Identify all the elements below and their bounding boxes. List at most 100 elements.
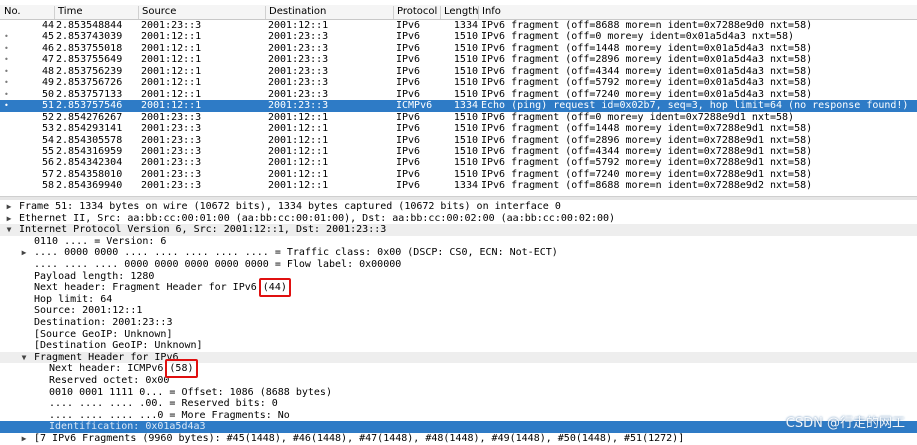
packet-row[interactable]: • 51 2.853757546 2001:12::1 2001:23::3 ICMPv6…	[0, 100, 917, 112]
cell-protocol: IPv6	[396, 134, 421, 146]
detail-text: Destination: 2001:23::3	[34, 317, 173, 328]
detail-text: Next header: Fragment Header for IPv6 (4…	[34, 282, 287, 294]
cell-no: 58	[41, 180, 54, 192]
cell-time: 2.853743039	[56, 31, 123, 43]
detail-line[interactable]: 0110 .... = Version: 6	[0, 236, 917, 248]
col-header-length[interactable]: Length	[440, 6, 480, 19]
expand-arrow-down-icon[interactable]: ▼	[4, 224, 14, 236]
expand-arrow-down-icon[interactable]: ▼	[19, 352, 29, 364]
detail-line[interactable]: Destination: 2001:23::3	[0, 317, 917, 329]
detail-line[interactable]: Source: 2001:12::1	[0, 305, 917, 317]
related-packet-dot-icon: •	[4, 78, 9, 88]
detail-line[interactable]: [Destination GeoIP: Unknown]	[0, 340, 917, 352]
detail-text: Frame 51: 1334 bytes on wire (10672 bits…	[19, 201, 561, 212]
cell-length: 1334	[453, 100, 478, 112]
col-header-no[interactable]: No.	[1, 6, 54, 19]
packet-row[interactable]: 54 2.854305578 2001:23::3 2001:12::1 IPv6 151…	[0, 135, 917, 146]
cell-source: 2001:23::3	[141, 123, 202, 135]
packet-row[interactable]: • 47 2.853755649 2001:12::1 2001:23::3 IPv6 15…	[0, 54, 917, 65]
cell-info: IPv6 fragment (off=1448 more=y ident=0x0…	[481, 42, 813, 54]
cell-destination: 2001:12::1	[268, 168, 329, 180]
packet-row[interactable]: 53 2.854293141 2001:23::3 2001:12::1 IPv6 151…	[0, 123, 917, 134]
cell-time: 2.853757133	[56, 88, 123, 100]
cell-info: IPv6 fragment (off=2896 more=y ident=0x7…	[481, 134, 813, 146]
packet-row[interactable]: • 48 2.853756239 2001:12::1 2001:23::3 IPv6 15…	[0, 66, 917, 77]
detail-line[interactable]: ▶ Ethernet II, Src: aa:bb:cc:00:01:00 (aa…	[0, 213, 917, 225]
detail-line[interactable]: .... .... .... ...0 = More Fragments: No	[0, 410, 917, 422]
detail-line[interactable]: .... .... .... 0000 0000 0000 0000 0000 …	[0, 259, 917, 271]
packet-row[interactable]: • 49 2.853756726 2001:12::1 2001:23::3 IPv6 15…	[0, 77, 917, 88]
detail-line[interactable]: Next header: ICMPv6 (58)	[0, 363, 917, 375]
packet-row[interactable]: 55 2.854316959 2001:23::3 2001:12::1 IPv6 151…	[0, 146, 917, 157]
related-packet-dot-icon: •	[4, 43, 9, 53]
packet-list[interactable]: No. Time Source Destination Protocol Len…	[0, 0, 917, 196]
detail-text: Ethernet II, Src: aa:bb:cc:00:01:00 (aa:…	[19, 212, 616, 224]
cell-no: 46	[41, 42, 54, 54]
cell-destination: 2001:12::1	[268, 145, 329, 157]
cell-source: 2001:23::3	[141, 145, 202, 157]
cell-destination: 2001:23::3	[268, 54, 329, 66]
detail-line[interactable]: ▶ .... 0000 0000 .... .... .... .... ....…	[0, 247, 917, 259]
cell-no: 48	[41, 65, 54, 77]
cell-no: 47	[41, 54, 54, 66]
detail-line[interactable]: ▶ [7 IPv6 Fragments (9960 bytes): #45(144…	[0, 433, 917, 445]
detail-line[interactable]: [Source GeoIP: Unknown]	[0, 329, 917, 341]
detail-line[interactable]: Next header: Fragment Header for IPv6 (4…	[0, 282, 917, 294]
detail-line[interactable]: ▼ Internet Protocol Version 6, Src: 2001:…	[0, 224, 917, 236]
detail-line[interactable]: 0010 0001 1111 0... = Offset: 1086 (8688…	[0, 387, 917, 399]
expand-arrow-right-icon[interactable]: ▶	[4, 213, 14, 225]
cell-no: 56	[41, 157, 54, 169]
cell-no: 45	[41, 31, 54, 43]
expand-arrow-right-icon[interactable]: ▶	[19, 247, 29, 259]
col-header-time[interactable]: Time	[54, 6, 140, 19]
cell-time: 2.854305578	[56, 134, 123, 146]
col-header-destination[interactable]: Destination	[265, 6, 394, 19]
related-packet-dot-icon: •	[4, 55, 9, 65]
cell-no: 52	[41, 111, 54, 123]
detail-line[interactable]: ▶ Frame 51: 1334 bytes on wire (10672 bit…	[0, 201, 917, 213]
cell-length: 1510	[453, 77, 478, 89]
expand-arrow-right-icon[interactable]: ▶	[19, 433, 29, 445]
cell-length: 1334	[453, 20, 478, 31]
cell-no: 57	[41, 168, 54, 180]
packet-row[interactable]: • 46 2.853755018 2001:12::1 2001:23::3 IPv6 15…	[0, 43, 917, 54]
cell-length: 1510	[453, 168, 478, 180]
packet-row[interactable]: • 45 2.853743039 2001:12::1 2001:23::3 IPv6 15…	[0, 31, 917, 42]
detail-text: Identification: 0x01a5d4a3	[49, 421, 206, 433]
cell-length: 1510	[453, 134, 478, 146]
cell-no: 55	[41, 145, 54, 157]
packet-row[interactable]: 52 2.854276267 2001:23::3 2001:12::1 IPv6 151…	[0, 112, 917, 123]
detail-line[interactable]: Payload length: 1280	[0, 271, 917, 283]
detail-line[interactable]: ▼ Fragment Header for IPv6	[0, 351, 917, 364]
packet-row[interactable]: • 50 2.853757133 2001:12::1 2001:23::3 IPv6 15…	[0, 89, 917, 100]
detail-line[interactable]: Hop limit: 64	[0, 294, 917, 306]
annotation-highlight-box	[258, 278, 291, 298]
cell-length: 1510	[453, 65, 478, 77]
packet-row[interactable]: 56 2.854342304 2001:23::3 2001:12::1 IPv6 151…	[0, 157, 917, 168]
detail-text: [Destination GeoIP: Unknown]	[34, 340, 203, 352]
packet-details-tree[interactable]: ▶ Frame 51: 1334 bytes on wire (10672 bit…	[0, 200, 917, 445]
detail-text: [7 IPv6 Fragments (9960 bytes): #45(1448…	[34, 433, 685, 444]
cell-length: 1510	[453, 88, 478, 100]
cell-no: 44	[41, 20, 54, 31]
cell-length: 1510	[453, 145, 478, 157]
related-packet-dot-icon: •	[4, 32, 9, 42]
detail-text: .... 0000 0000 .... .... .... .... .... …	[34, 247, 558, 259]
expand-arrow-right-icon[interactable]: ▶	[4, 201, 14, 213]
col-header-source[interactable]: Source	[138, 6, 266, 19]
detail-line[interactable]: Identification: 0x01a5d4a3	[0, 421, 917, 433]
packet-row[interactable]: 44 2.853548844 2001:23::3 2001:12::1 IPv6 133…	[0, 20, 917, 31]
packet-row[interactable]: 58 2.854369940 2001:23::3 2001:12::1 IPv6 133…	[0, 180, 917, 191]
cell-no: 50	[41, 88, 54, 100]
col-header-info[interactable]: Info	[478, 6, 902, 19]
cell-no: 49	[41, 77, 54, 89]
detail-line[interactable]: .... .... .... .00. = Reserved bits: 0	[0, 398, 917, 410]
detail-text: Fragment Header for IPv6	[34, 351, 179, 363]
packet-row[interactable]: 57 2.854358010 2001:23::3 2001:12::1 IPv6 151…	[0, 169, 917, 180]
packet-list-header[interactable]: No. Time Source Destination Protocol Len…	[0, 5, 917, 20]
cell-length: 1510	[453, 54, 478, 66]
col-header-protocol[interactable]: Protocol	[393, 6, 441, 19]
cell-time: 2.853755649	[56, 54, 123, 66]
cell-destination: 2001:12::1	[268, 180, 329, 192]
detail-line[interactable]: Reserved octet: 0x00	[0, 375, 917, 387]
